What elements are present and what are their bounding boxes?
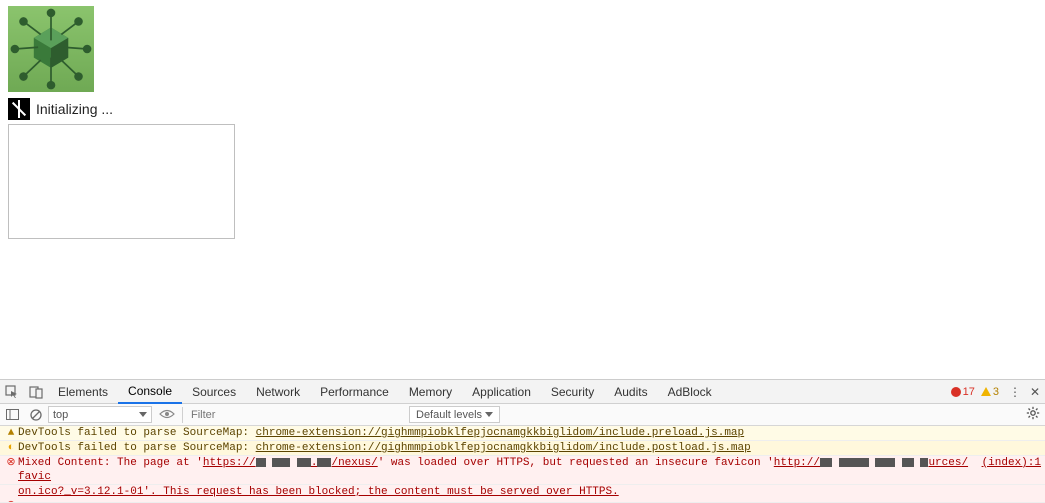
log-message: on.ico?_v=3.12.1-01'. This request has b… (18, 485, 1041, 499)
tab-memory[interactable]: Memory (399, 380, 462, 403)
clear-console-icon[interactable] (24, 404, 48, 425)
tab-sources[interactable]: Sources (182, 380, 246, 403)
content-placeholder (8, 124, 235, 239)
tab-performance[interactable]: Performance (310, 380, 399, 403)
console-log-area: ▲ DevTools failed to parse SourceMap: ch… (0, 426, 1045, 503)
app-logo (8, 6, 94, 92)
error-count-badge[interactable]: 17 (947, 386, 979, 398)
console-toolbar: top Default levels (0, 404, 1045, 426)
execution-context-value: top (53, 409, 68, 421)
devtools-close-icon[interactable]: ✕ (1025, 385, 1045, 399)
log-row-error: ⊗ (0, 499, 1045, 503)
console-sidebar-toggle-icon[interactable] (0, 404, 24, 425)
error-count-value: 17 (963, 386, 975, 398)
chevron-down-icon (485, 412, 493, 417)
log-levels-label: Default levels (416, 409, 482, 421)
tab-audits[interactable]: Audits (604, 380, 657, 403)
log-row-error-continuation: on.ico?_v=3.12.1-01'. This request has b… (0, 485, 1045, 499)
log-row-warning: ◐ DevTools failed to parse SourceMap: ch… (0, 441, 1045, 456)
warn-count-badge[interactable]: 3 (979, 386, 1005, 398)
chevron-down-icon (139, 412, 147, 417)
execution-context-select[interactable]: top (48, 406, 152, 423)
tab-application[interactable]: Application (462, 380, 541, 403)
source-map-link[interactable]: chrome-extension://gighmmpiobklfepjocnam… (256, 427, 744, 439)
log-row-error: ⊗ Mixed Content: The page at 'https:// .… (0, 456, 1045, 485)
log-message: Mixed Content: The page at 'https:// ./n… (18, 456, 974, 484)
log-source-link[interactable]: (index):1 (974, 456, 1041, 484)
log-message: DevTools failed to parse SourceMap: chro… (18, 441, 1041, 455)
devtools-menu-icon[interactable]: ⋮ (1005, 385, 1025, 399)
tab-security[interactable]: Security (541, 380, 604, 403)
console-settings-icon[interactable] (1021, 406, 1045, 423)
log-message: DevTools failed to parse SourceMap: chro… (18, 426, 1041, 440)
error-icon: ⊗ (4, 499, 18, 502)
warn-count-value: 3 (993, 386, 999, 398)
loading-spinner-icon (8, 98, 30, 120)
live-expression-icon[interactable] (156, 408, 178, 422)
warning-icon: ◐ (4, 441, 18, 455)
inspect-element-icon[interactable] (0, 380, 24, 403)
tab-elements[interactable]: Elements (48, 380, 118, 403)
device-toolbar-icon[interactable] (24, 380, 48, 403)
source-map-link[interactable]: chrome-extension://gighmmpiobklfepjocnam… (256, 442, 751, 454)
loading-status-text: Initializing ... (36, 101, 113, 117)
devtools-panel: Elements Console Sources Network Perform… (0, 379, 1045, 503)
warning-icon: ▲ (4, 426, 18, 440)
log-row-warning: ▲ DevTools failed to parse SourceMap: ch… (0, 426, 1045, 441)
tab-console[interactable]: Console (118, 381, 182, 404)
devtools-tab-bar: Elements Console Sources Network Perform… (0, 380, 1045, 404)
log-levels-select[interactable]: Default levels (409, 406, 500, 423)
tab-network[interactable]: Network (246, 380, 310, 403)
tab-adblock[interactable]: AdBlock (658, 380, 722, 403)
error-icon: ⊗ (4, 456, 18, 484)
console-filter-input[interactable] (187, 407, 409, 423)
